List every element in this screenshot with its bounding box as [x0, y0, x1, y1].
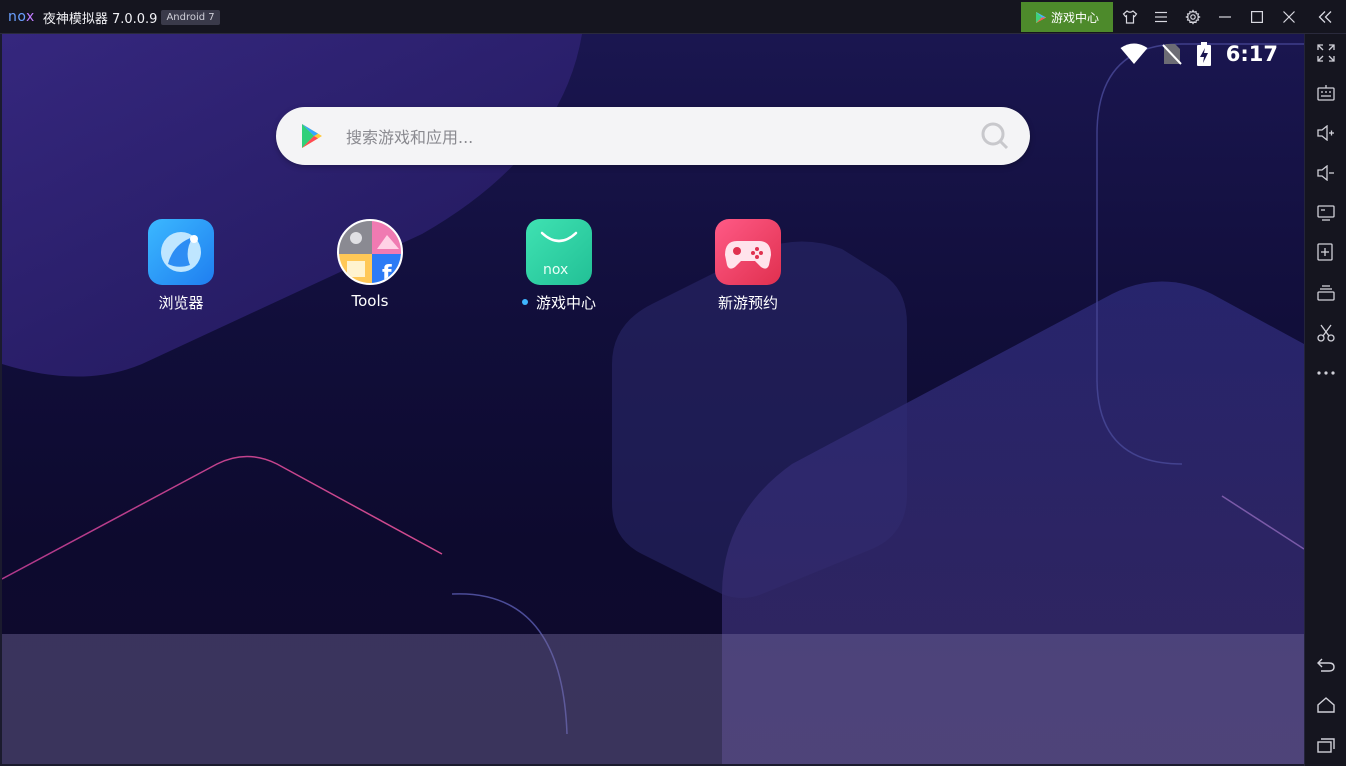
- title-bar: nox 夜神模拟器 7.0.0.9 Android 7 游戏中心: [0, 0, 1346, 34]
- app-browser[interactable]: 浏览器: [121, 217, 241, 317]
- keyboard-button[interactable]: [1310, 77, 1342, 109]
- status-bar: 6:17: [1120, 40, 1278, 68]
- android-screen[interactable]: 6:17 搜索游戏和应用... 浏览器 f Tools nox 游戏中心 新游预…: [2, 34, 1304, 764]
- game-center-button[interactable]: 游戏中心: [1021, 2, 1113, 32]
- close-icon: [1283, 11, 1295, 23]
- dock: [2, 634, 1304, 764]
- menu-button[interactable]: [1145, 0, 1177, 34]
- fullscreen-button[interactable]: [1310, 37, 1342, 69]
- svg-text:nox: nox: [543, 262, 568, 278]
- maximize-button[interactable]: [1241, 0, 1273, 34]
- app-label: Tools: [351, 292, 389, 310]
- back-icon: [1317, 658, 1335, 672]
- play-store-icon: [1035, 11, 1046, 23]
- app-game-reserve[interactable]: 新游预约: [688, 217, 808, 317]
- settings-button[interactable]: [1177, 0, 1209, 34]
- recents-button[interactable]: [1310, 729, 1342, 761]
- multi-instance-button[interactable]: [1310, 277, 1342, 309]
- app-game-center[interactable]: nox 游戏中心: [499, 217, 619, 317]
- screen-button[interactable]: [1310, 197, 1342, 229]
- search-icon[interactable]: [980, 121, 1010, 151]
- more-icon: [1317, 371, 1335, 375]
- search-input[interactable]: 搜索游戏和应用...: [346, 124, 980, 148]
- volume-down-button[interactable]: [1310, 157, 1342, 189]
- brand: nox 夜神模拟器 7.0.0.9 Android 7: [8, 0, 220, 34]
- multi-instance-icon: [1317, 285, 1335, 301]
- minimize-icon: [1219, 16, 1231, 18]
- new-badge: [521, 298, 528, 305]
- screenshot-button[interactable]: [1310, 317, 1342, 349]
- game-center-label: 游戏中心: [1050, 10, 1099, 25]
- game-center-icon: nox: [526, 219, 592, 285]
- app-tools-folder[interactable]: f Tools: [310, 217, 430, 317]
- app-label: 游戏中心: [499, 292, 619, 313]
- recents-icon: [1317, 738, 1335, 753]
- volume-up-button[interactable]: [1310, 117, 1342, 149]
- volume-down-icon: [1317, 165, 1334, 181]
- screen-icon: [1317, 205, 1335, 221]
- app-label: 新游预约: [717, 294, 778, 312]
- install-apk-button[interactable]: [1310, 237, 1342, 269]
- fullscreen-icon: [1317, 44, 1335, 62]
- apk-install-icon: [1317, 243, 1333, 261]
- play-store-icon: [302, 124, 322, 148]
- collapse-left-icon: [1318, 11, 1332, 23]
- tools-folder-icon: f: [337, 219, 403, 285]
- home-button[interactable]: [1310, 689, 1342, 721]
- clock: 6:17: [1225, 42, 1278, 66]
- collapse-sidebar-button[interactable]: [1309, 0, 1341, 34]
- search-bar[interactable]: 搜索游戏和应用...: [276, 107, 1030, 165]
- minimize-button[interactable]: [1209, 0, 1241, 34]
- right-toolbar: [1304, 34, 1346, 766]
- app-label: 浏览器: [158, 294, 204, 312]
- menu-icon: [1155, 11, 1167, 23]
- close-button[interactable]: [1273, 0, 1305, 34]
- more-button[interactable]: [1310, 357, 1342, 389]
- android-version-badge: Android 7: [161, 9, 220, 25]
- browser-icon: [148, 219, 214, 285]
- battery-charging-icon: [1196, 42, 1211, 66]
- skin-button[interactable]: [1114, 0, 1146, 34]
- gear-icon: [1185, 9, 1201, 25]
- svg-text:f: f: [382, 262, 392, 285]
- shirt-icon: [1122, 10, 1138, 24]
- nox-logo: nox: [8, 9, 35, 25]
- game-reserve-icon: [715, 219, 781, 285]
- home-icon: [1317, 697, 1335, 713]
- maximize-icon: [1251, 11, 1263, 23]
- keyboard-icon: [1317, 85, 1335, 101]
- wifi-icon: [1120, 43, 1148, 64]
- app-title: 夜神模拟器 7.0.0.9: [42, 11, 158, 27]
- scissors-icon: [1317, 324, 1335, 342]
- back-button[interactable]: [1310, 649, 1342, 681]
- no-sim-icon: [1162, 44, 1182, 65]
- volume-up-icon: [1317, 125, 1334, 141]
